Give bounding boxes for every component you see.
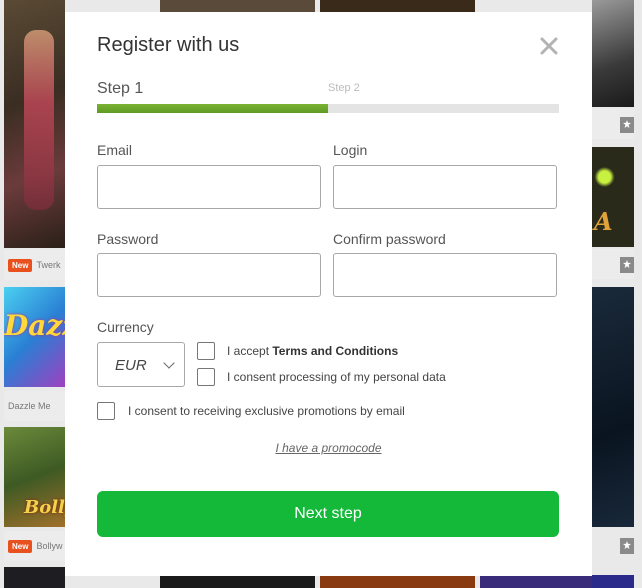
game-tile[interactable]	[592, 0, 634, 107]
personal-data-checkbox[interactable]	[197, 368, 215, 386]
confirm-password-label: Confirm password	[333, 231, 446, 247]
game-label-twerk: New Twerk	[4, 250, 65, 280]
promocode-link[interactable]: I have a promocode	[65, 441, 592, 455]
game-art-text: A	[594, 207, 613, 236]
password-field[interactable]	[97, 253, 321, 297]
register-modal: Register with us Step 1 Step 2 Email Log…	[65, 12, 592, 576]
email-label: Email	[97, 142, 133, 158]
email-field[interactable]	[97, 165, 321, 209]
step-progress-bar	[97, 104, 559, 113]
game-title: Bollyw	[36, 541, 63, 551]
game-tile[interactable]	[160, 576, 315, 588]
game-tile-twerk[interactable]	[4, 0, 65, 248]
personal-data-label: I consent processing of my personal data	[227, 370, 446, 384]
promotions-checkbox[interactable]	[97, 402, 115, 420]
new-badge: New	[8, 258, 33, 272]
new-badge: New	[8, 539, 33, 553]
game-label-dazzle-me: Dazzle Me	[4, 391, 65, 421]
bookmark-icon[interactable]	[620, 538, 634, 554]
bookmark-icon[interactable]	[620, 117, 634, 133]
chevron-down-icon	[163, 357, 175, 369]
confirm-password-field[interactable]	[333, 253, 557, 297]
next-step-button[interactable]: Next step	[97, 491, 559, 537]
game-tile[interactable]	[480, 576, 592, 588]
game-tile[interactable]	[592, 287, 634, 527]
modal-title: Register with us	[97, 34, 240, 56]
step-1-label: Step 1	[97, 80, 144, 97]
terms-label-text: I accept	[227, 344, 273, 358]
terms-checkbox[interactable]	[197, 342, 215, 360]
game-tile[interactable]	[592, 575, 634, 588]
step-2-label: Step 2	[328, 82, 360, 94]
game-label-bollywood: New Bollyw	[4, 531, 65, 561]
login-field[interactable]	[333, 165, 557, 209]
currency-value: EUR	[115, 357, 147, 374]
game-title: Dazzle Me	[8, 401, 51, 411]
game-tile[interactable]	[160, 0, 315, 12]
promotions-label: I consent to receiving exclusive promoti…	[128, 404, 405, 418]
bookmark-icon[interactable]	[620, 257, 634, 273]
game-tile-dazzle-me[interactable]: Dazz	[4, 287, 65, 387]
terms-link[interactable]: Terms and Conditions	[272, 344, 398, 358]
game-art-text: Bolly	[24, 497, 65, 518]
game-tile[interactable]	[320, 0, 475, 12]
game-tile[interactable]: A	[592, 147, 634, 247]
currency-label: Currency	[97, 319, 154, 335]
login-label: Login	[333, 142, 368, 158]
currency-select[interactable]: EUR	[97, 342, 185, 387]
game-tile[interactable]	[4, 567, 65, 588]
game-tile-bollywood[interactable]: Bolly	[4, 427, 65, 527]
game-tile[interactable]	[320, 576, 475, 588]
step-progress-fill	[97, 104, 328, 113]
terms-label: I accept Terms and Conditions	[227, 344, 398, 358]
password-label: Password	[97, 231, 159, 247]
game-art-text: Dazz	[4, 309, 65, 342]
game-title: Twerk	[36, 260, 61, 270]
close-icon[interactable]	[539, 36, 559, 56]
